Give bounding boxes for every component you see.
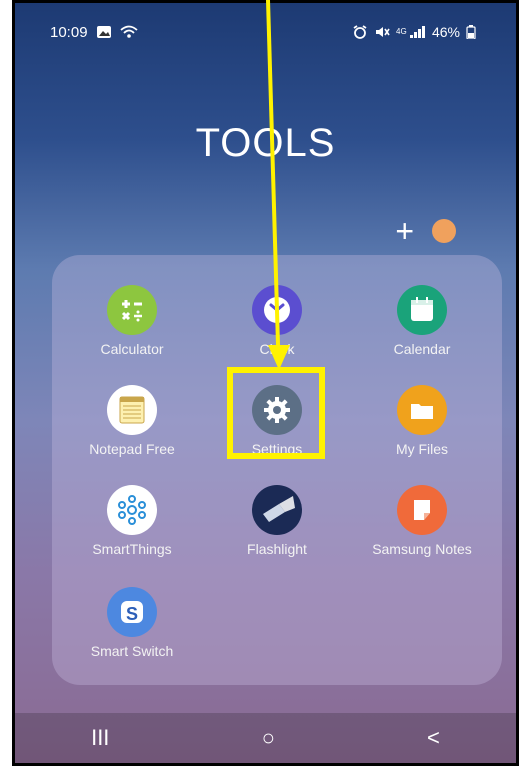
status-bar: 10:09 4G 46%	[50, 21, 476, 43]
app-label: Calendar	[393, 341, 451, 357]
add-apps-button[interactable]: +	[395, 215, 414, 247]
wifi-icon	[119, 25, 138, 38]
svg-text:4G: 4G	[396, 27, 407, 36]
app-label: My Files	[395, 441, 449, 457]
navigation-bar: III ○ <	[15, 713, 516, 763]
app-clock[interactable]: Clock	[217, 285, 337, 357]
folder-icon	[397, 385, 447, 435]
app-calendar[interactable]: Calendar	[362, 285, 482, 357]
app-label: Clock	[259, 341, 295, 357]
notepad-icon	[107, 385, 157, 435]
app-smart-switch[interactable]: S Smart Switch	[72, 587, 192, 659]
app-flashlight[interactable]: Flashlight	[217, 485, 337, 557]
calculator-icon	[107, 285, 157, 335]
battery-icon	[466, 25, 476, 39]
app-label: Calculator	[100, 341, 164, 357]
smartthings-icon	[107, 485, 157, 535]
app-label: Flashlight	[247, 541, 307, 557]
app-label: Smart Switch	[90, 643, 174, 659]
signal-icon: 4G	[396, 26, 425, 38]
clock-icon	[252, 285, 302, 335]
folder-panel: Calculator Clock Calendar Notepad Free S…	[52, 255, 502, 685]
alarm-icon	[353, 25, 367, 39]
app-calculator[interactable]: Calculator	[72, 285, 192, 357]
app-samsung-notes[interactable]: Samsung Notes	[362, 485, 482, 557]
mute-icon	[375, 27, 390, 37]
folder-color-button[interactable]	[432, 219, 456, 243]
notes-icon	[397, 485, 447, 535]
home-button[interactable]: ○	[262, 725, 275, 751]
recent-apps-button[interactable]: III	[91, 725, 109, 751]
battery-percentage: 46%	[431, 24, 460, 40]
status-time: 10:09	[50, 23, 88, 41]
app-label: Notepad Free	[89, 441, 175, 457]
smart-switch-icon: S	[107, 587, 157, 637]
svg-text:S: S	[126, 604, 138, 624]
app-my-files[interactable]: My Files	[362, 385, 482, 457]
folder-actions: +	[395, 215, 456, 247]
app-label: Samsung Notes	[372, 541, 472, 557]
back-button[interactable]: <	[427, 725, 440, 751]
folder-title[interactable]: TOOLS	[15, 121, 516, 166]
app-smartthings[interactable]: SmartThings	[72, 485, 192, 557]
flashlight-icon	[252, 485, 302, 535]
calendar-icon	[397, 285, 447, 335]
gallery-notification-icon	[96, 26, 111, 38]
settings-highlight-box	[227, 367, 325, 459]
app-label: SmartThings	[92, 541, 172, 557]
app-notepad-free[interactable]: Notepad Free	[72, 385, 192, 457]
